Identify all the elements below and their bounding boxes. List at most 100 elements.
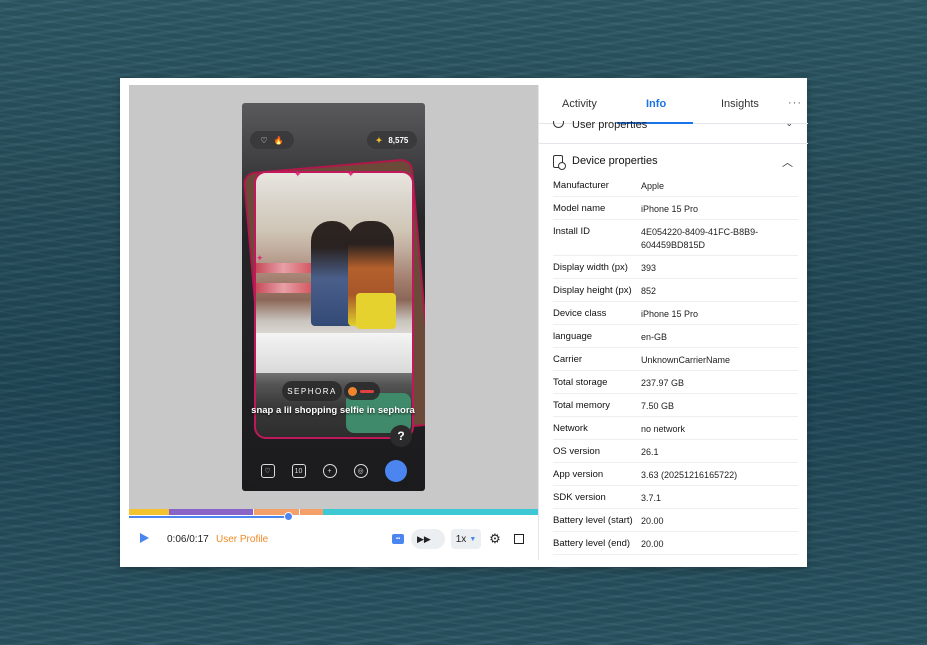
counter [256,333,412,373]
more-icon[interactable]: ··· [788,97,802,109]
points-pill: ✦ 8,575 [367,131,417,149]
playback-time: 0:06/0:17 [167,534,209,545]
property-row: OS version 26.1 [553,440,798,463]
sticker-dot [348,386,357,396]
gear-icon[interactable]: ⚙ [487,529,503,549]
sticker-bar [360,389,374,393]
app-tab-bar: ♡ 10 + ◎ [242,451,425,491]
user-profile-link[interactable]: User Profile [216,534,268,545]
timeline-segment[interactable] [299,509,323,515]
property-row: Carrier UnknownCarrierName [553,348,798,371]
property-value: 4E054220-8409-41FC-B8B9-604459BD815D [641,227,759,250]
property-row: Total storage 237.97 GB [553,371,798,394]
property-value: UnknownCarrierName [641,355,731,365]
property-value: 3.7.1 [641,493,662,503]
property-key: App version [553,469,604,480]
property-value: iPhone 15 Pro [641,204,699,214]
property-key: Network [553,423,588,434]
property-key: Install ID [553,226,590,237]
sticker-icon [344,382,380,400]
property-key: OS version [553,446,600,457]
device-properties-list: Manufacturer Apple Model name iPhone 15 Pro… [553,174,798,555]
event-timeline[interactable] [129,509,538,515]
shelf [256,263,311,273]
info-panel: Activity Info Insights ··· User properti… [538,85,808,560]
device-properties-header[interactable]: Device properties ︿ [553,154,793,170]
timeline-segment[interactable] [261,509,299,515]
timeline-segment[interactable] [169,509,253,515]
sparkle-icon: ✦ [256,253,264,263]
property-value: 852 [641,286,657,296]
device-icon [553,155,566,170]
property-key: SDK version [553,492,606,503]
tab-info[interactable]: Info [646,98,666,110]
flame-icon: 🔥 [273,135,284,145]
sparkle-icon: ✦ [375,135,383,145]
speed-value: 1x [455,533,467,545]
points-value: 8,575 [388,135,409,145]
globe-tab-icon[interactable]: ◎ [353,464,368,478]
timeline-segment[interactable] [129,509,169,515]
property-row: Battery level (start) 20.00 [553,509,798,532]
speed-select[interactable]: 1x ▼ [451,529,481,549]
tab-insights[interactable]: Insights [721,98,759,110]
property-key: Model name [553,203,606,214]
user-properties-header[interactable]: User properties ⌄ [553,121,793,143]
property-value: 7.50 GB [641,401,675,411]
fast-forward-icon: ▶▶ [417,533,431,544]
property-row: Total memory 7.50 GB [553,394,798,417]
property-row: Manufacturer Apple [553,174,798,197]
property-value: en-GB [641,332,668,342]
timeline-segment[interactable] [253,509,261,515]
comment-icon: ▪▪ [392,534,404,544]
like-pill: ♡ 🔥 [250,131,294,149]
comments-button[interactable]: ▪▪ [390,529,406,549]
property-row: Battery level (end) 20.00 [553,532,798,555]
timeline-segment[interactable] [323,509,538,515]
property-value: 20.00 [641,539,664,549]
sparkle-icon: ✦ [347,169,355,179]
property-key: Total memory [553,400,611,411]
property-value: no network [641,424,686,434]
user-properties-title: User properties [572,121,648,131]
fullscreen-button[interactable] [511,529,527,549]
property-key: Battery level (start) [553,515,633,526]
cards-tab-icon[interactable]: 10 [291,464,306,478]
heart-tab-icon[interactable]: ♡ [260,464,275,478]
prompt-caption: snap a lil shopping selfie in sephora [251,405,415,416]
play-icon[interactable] [140,533,149,543]
property-key: Battery level (end) [553,538,631,549]
property-row: language en-GB [553,325,798,348]
player-controls: 0:06/0:17 User Profile ▪▪ ▶▶ 1x ▼ ⚙ [129,526,538,556]
property-key: language [553,331,593,342]
property-row: Display height (px) 852 [553,279,798,302]
property-row: Model name iPhone 15 Pro [553,197,798,220]
scrub-handle[interactable] [284,512,293,521]
property-key: Total storage [553,377,608,388]
brand-tag: SEPHORA [282,381,342,401]
user-icon [553,121,564,128]
person [311,221,353,326]
fullscreen-icon [514,534,524,544]
property-value: 20.00 [641,516,664,526]
panel-tabs: Activity Info Insights ··· [539,85,808,124]
property-row: Device class iPhone 15 Pro [553,302,798,325]
heart-icon: ♡ [260,135,268,145]
skip-inactivity-toggle[interactable]: ▶▶ [411,529,445,549]
property-key: Carrier [553,354,583,365]
shopping-bag [356,293,396,329]
phone-screen[interactable]: ♡ 🔥 ✦ 8,575 ✦ ✦ ✦ SEPHORA snap a lil sho… [242,103,425,491]
property-row: Install ID 4E054220-8409-41FC-B8B9-604459… [553,220,798,256]
replay-stage: ♡ 🔥 ✦ 8,575 ✦ ✦ ✦ SEPHORA snap a lil sho… [129,85,538,509]
property-value: 26.1 [641,447,659,457]
profile-tab-icon[interactable] [384,460,407,482]
plus-tab-icon[interactable]: + [322,464,337,478]
playback-progress [129,516,289,518]
help-button[interactable]: ? [390,425,412,447]
tab-activity[interactable]: Activity [562,98,597,110]
property-key: Device class [553,308,607,319]
property-row: SDK version 3.7.1 [553,486,798,509]
property-row: App version 3.63 (20251216165722) [553,463,798,486]
chevron-up-icon: ︿ [782,157,793,169]
property-value: Apple [641,181,665,191]
